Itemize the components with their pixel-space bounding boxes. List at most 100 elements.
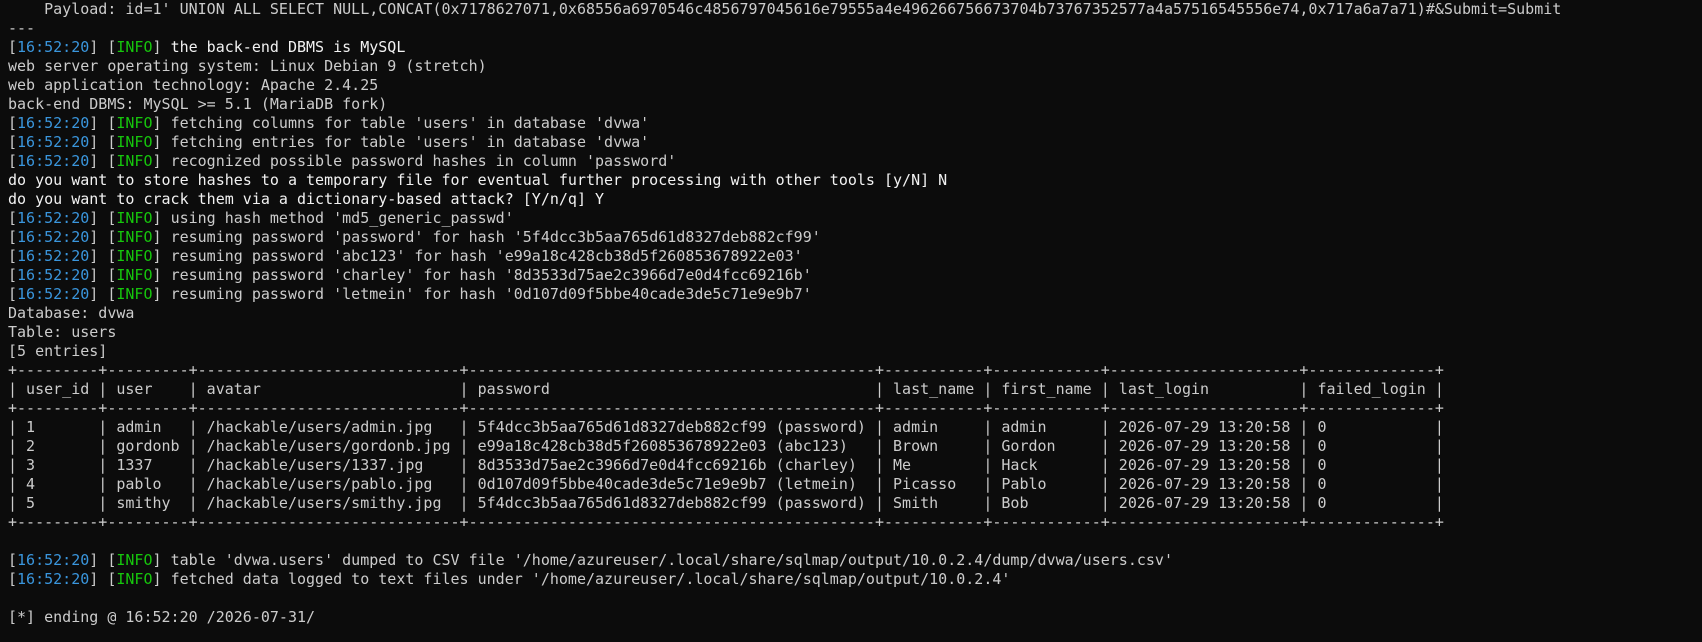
bracket: ] bbox=[152, 285, 171, 303]
log-timestamp: 16:52:20 bbox=[17, 247, 90, 265]
prompt-block: do you want to store hashes to a tempora… bbox=[8, 171, 1702, 209]
log-line: [16:52:20] [INFO] resuming password 'let… bbox=[8, 285, 1702, 304]
bracket: [ bbox=[8, 152, 18, 170]
bracket: [ bbox=[8, 114, 18, 132]
log-timestamp: 16:52:20 bbox=[17, 38, 90, 56]
log-level: INFO bbox=[116, 551, 153, 569]
log-level: INFO bbox=[116, 114, 153, 132]
bracket: ] bbox=[152, 570, 171, 588]
dump-header-line: [5 entries] bbox=[8, 342, 108, 360]
users-table: +---------+---------+-------------------… bbox=[8, 361, 1702, 532]
bracket: [ bbox=[8, 228, 18, 246]
bracket: [ bbox=[8, 247, 18, 265]
bracket: ] bbox=[152, 551, 171, 569]
bracket: ] [ bbox=[89, 228, 117, 246]
log-line: [16:52:20] [INFO] fetching entries for t… bbox=[8, 133, 1702, 152]
separator-line: --- bbox=[8, 19, 36, 37]
log-message: using hash method 'md5_generic_passwd' bbox=[170, 209, 514, 227]
bracket: ] [ bbox=[89, 114, 117, 132]
log-timestamp: 16:52:20 bbox=[17, 152, 90, 170]
log-block-hashes: [16:52:20] [INFO] using hash method 'md5… bbox=[8, 209, 1702, 304]
terminal-window[interactable]: Payload: id=1' UNION ALL SELECT NULL,CON… bbox=[0, 0, 1702, 642]
table-row: | 1 | admin | /hackable/users/admin.jpg … bbox=[8, 418, 1444, 436]
log-timestamp: 16:52:20 bbox=[17, 133, 90, 151]
bracket: ] bbox=[152, 209, 171, 227]
log-message: fetched data logged to text files under … bbox=[170, 570, 1011, 588]
bracket: ] bbox=[152, 266, 171, 284]
bracket: ] bbox=[152, 133, 171, 151]
log-message: fetching columns for table 'users' in da… bbox=[170, 114, 650, 132]
table-rows: | 1 | admin | /hackable/users/admin.jpg … bbox=[8, 418, 1702, 513]
log-timestamp: 16:52:20 bbox=[17, 266, 90, 284]
log-line: [16:52:20] [INFO] fetched data logged to… bbox=[8, 570, 1702, 589]
bracket: [ bbox=[8, 570, 18, 588]
log-message: resuming password 'abc123' for hash 'e99… bbox=[170, 247, 803, 265]
dump-header-line: Table: users bbox=[8, 323, 117, 341]
log-level: INFO bbox=[116, 285, 153, 303]
bracket: ] [ bbox=[89, 247, 117, 265]
prompt-line: do you want to crack them via a dictiona… bbox=[8, 190, 605, 208]
bracket: ] bbox=[152, 38, 171, 56]
bracket: [ bbox=[8, 551, 18, 569]
bracket: [ bbox=[8, 209, 18, 227]
bracket: [ bbox=[8, 38, 18, 56]
log-line: [16:52:20] [INFO] resuming password 'cha… bbox=[8, 266, 1702, 285]
prompt-line: do you want to store hashes to a tempora… bbox=[8, 171, 948, 189]
log-line: [16:52:20] [INFO] using hash method 'md5… bbox=[8, 209, 1702, 228]
bracket: ] [ bbox=[89, 551, 117, 569]
bracket: ] [ bbox=[89, 266, 117, 284]
log-level: INFO bbox=[116, 38, 153, 56]
ending-line: [*] ending @ 16:52:20 /2026-07-31/ bbox=[8, 608, 316, 626]
log-level: INFO bbox=[116, 133, 153, 151]
log-timestamp: 16:52:20 bbox=[17, 228, 90, 246]
payload-line: Payload: id=1' UNION ALL SELECT NULL,CON… bbox=[8, 0, 1562, 18]
log-level: INFO bbox=[116, 247, 153, 265]
log-line: [16:52:20] [INFO] fetching columns for t… bbox=[8, 114, 1702, 133]
log-line: [16:52:20] [INFO] resuming password 'pas… bbox=[8, 228, 1702, 247]
bracket: ] [ bbox=[89, 152, 117, 170]
table-header-row: | user_id | user | avatar | password | l… bbox=[8, 380, 1444, 398]
log-message: resuming password 'charley' for hash '8d… bbox=[170, 266, 812, 284]
log-message: resuming password 'password' for hash '5… bbox=[170, 228, 821, 246]
log-line: [16:52:20] [INFO] recognized possible pa… bbox=[8, 152, 1702, 171]
log-message: fetching entries for table 'users' in da… bbox=[170, 133, 650, 151]
log-message: table 'dvwa.users' dumped to CSV file '/… bbox=[170, 551, 1173, 569]
bracket: ] [ bbox=[89, 38, 117, 56]
bracket: ] [ bbox=[89, 285, 117, 303]
table-row: | 5 | smithy | /hackable/users/smithy.jp… bbox=[8, 494, 1444, 512]
log-line: [16:52:20] [INFO] table 'dvwa.users' dum… bbox=[8, 551, 1702, 570]
log-timestamp: 16:52:20 bbox=[17, 209, 90, 227]
log-timestamp: 16:52:20 bbox=[17, 114, 90, 132]
bracket: ] bbox=[152, 114, 171, 132]
log-message: recognized possible password hashes in c… bbox=[170, 152, 677, 170]
bracket: [ bbox=[8, 133, 18, 151]
log-level: INFO bbox=[116, 266, 153, 284]
table-row: | 3 | 1337 | /hackable/users/1337.jpg | … bbox=[8, 456, 1444, 474]
dump-header-block: Database: dvwa Table: users [5 entries] bbox=[8, 304, 1702, 361]
log-level: INFO bbox=[116, 228, 153, 246]
server-info-line: web application technology: Apache 2.4.2… bbox=[8, 76, 379, 94]
log-level: INFO bbox=[116, 152, 153, 170]
bracket: [ bbox=[8, 266, 18, 284]
table-border-bottom: +---------+---------+-------------------… bbox=[8, 513, 1444, 531]
log-message: resuming password 'letmein' for hash '0d… bbox=[170, 285, 812, 303]
log-level: INFO bbox=[116, 570, 153, 588]
log-timestamp: 16:52:20 bbox=[17, 570, 90, 588]
server-info-line: web server operating system: Linux Debia… bbox=[8, 57, 487, 75]
log-block-fetch: [16:52:20] [INFO] fetching columns for t… bbox=[8, 114, 1702, 171]
table-border-top: +---------+---------+-------------------… bbox=[8, 361, 1444, 379]
bracket: ] [ bbox=[89, 209, 117, 227]
bracket: ] bbox=[152, 228, 171, 246]
table-row: | 4 | pablo | /hackable/users/pablo.jpg … bbox=[8, 475, 1444, 493]
bracket: ] bbox=[152, 152, 171, 170]
bracket: ] [ bbox=[89, 570, 117, 588]
log-level: INFO bbox=[116, 209, 153, 227]
log-block-output: [16:52:20] [INFO] table 'dvwa.users' dum… bbox=[8, 551, 1702, 589]
bracket: [ bbox=[8, 285, 18, 303]
bracket: ] [ bbox=[89, 133, 117, 151]
server-info-line: back-end DBMS: MySQL >= 5.1 (MariaDB for… bbox=[8, 95, 388, 113]
log-line: [16:52:20] [INFO] resuming password 'abc… bbox=[8, 247, 1702, 266]
log-block-dbms: [16:52:20] [INFO] the back-end DBMS is M… bbox=[8, 38, 1702, 57]
